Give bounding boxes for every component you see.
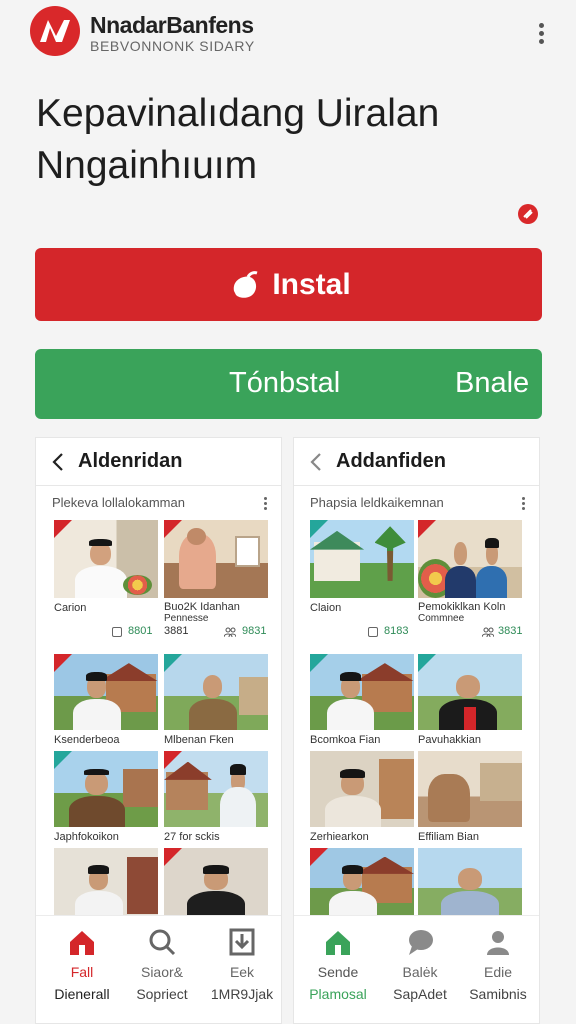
list-item-title: Ksenderbeoa — [54, 734, 120, 746]
list-item-subtitle: Commnee — [418, 613, 465, 624]
list-item-stat: 3881 — [164, 625, 189, 637]
nav-item-label: Fall — [70, 964, 94, 980]
list-item-title: Bcomkoa Fian — [310, 734, 381, 746]
preview-panel-left: Aldenridan Plekeva lollalokamman Carion … — [35, 437, 282, 1024]
panel-header: Aldenridan — [36, 438, 281, 486]
list-item-title: 27 for sckis — [164, 831, 220, 843]
nav-item-chat[interactable]: Balėk SapAdet — [380, 926, 460, 1018]
download-icon — [229, 928, 255, 956]
list-item-thumbnail[interactable] — [54, 520, 158, 598]
verified-badge-icon — [518, 204, 538, 224]
calendar-icon — [112, 627, 122, 637]
people-icon — [224, 627, 236, 637]
list-item-title: Buo2K Idanhan — [164, 601, 240, 613]
list-item-stat: 8801 — [128, 625, 153, 637]
list-item-title: Carion — [54, 602, 87, 614]
nav-item-home[interactable]: Sende Plamosal — [298, 926, 378, 1018]
install-button-label: Instal — [272, 267, 351, 301]
list-item-stat: 8183 — [384, 625, 409, 637]
home-icon — [70, 931, 94, 955]
search-icon — [149, 929, 176, 956]
preview-panel-right: Addanfiden Phapsia leldkaikemnan Claion … — [293, 437, 540, 1024]
nav-item-label: Edie — [483, 964, 513, 980]
home-icon — [326, 931, 350, 955]
page-title-line-1: Kepavinalıdang Uiralan — [36, 92, 440, 135]
back-arrow-icon[interactable] — [48, 450, 70, 474]
nav-item-sublabel: 1MR9Jjak — [210, 986, 274, 1002]
list-item-stat: 3831 — [498, 625, 523, 637]
list-item-thumbnail[interactable] — [54, 654, 158, 730]
list-item-thumbnail[interactable] — [418, 520, 522, 598]
bottom-navigation: Fall Dienerall Siaor& Sopriect Eek 1MR9J… — [36, 915, 281, 1023]
nav-item-download[interactable]: Eek 1MR9Jjak — [202, 926, 281, 1018]
secondary-action-right-label: Bnale — [455, 367, 530, 399]
list-item-thumbnail[interactable] — [54, 751, 158, 827]
app-subtitle: BEBVONNONK SIDARY — [90, 38, 255, 54]
list-item-thumbnail[interactable] — [164, 654, 268, 730]
list-item-title: Claion — [310, 602, 342, 614]
chat-icon — [409, 930, 433, 955]
list-item-thumbnail[interactable] — [164, 848, 268, 920]
leaf-icon — [234, 270, 258, 298]
back-arrow-icon[interactable] — [306, 450, 328, 474]
list-item-subtitle: Pennesse — [164, 613, 209, 624]
list-item-thumbnail[interactable] — [54, 848, 158, 920]
panel-title: Aldenridan — [78, 450, 183, 472]
nav-item-sublabel: Dienerall — [54, 986, 110, 1002]
secondary-action-button[interactable]: Tónbstal Bnale — [35, 349, 542, 419]
nav-item-home[interactable]: Fall Dienerall — [42, 926, 122, 1018]
list-item-thumbnail[interactable] — [310, 751, 414, 827]
panel-title: Addanfiden — [336, 450, 446, 472]
nav-item-label: Eek — [229, 964, 255, 980]
list-item-title: Effiliam Bian — [418, 831, 479, 843]
list-item-title: Mlbenan Fken — [164, 734, 234, 746]
nav-item-sublabel: SapAdet — [393, 986, 447, 1002]
app-name: NnadarBanfens — [90, 12, 254, 38]
brand-logo-icon — [30, 6, 80, 56]
panel-header: Addanfiden — [294, 438, 539, 486]
list-item-thumbnail[interactable] — [164, 751, 268, 827]
page-title: Kepavinalıdang Uiralan Nngainhıuım — [36, 88, 556, 192]
list-item-thumbnail[interactable] — [418, 654, 522, 730]
nav-item-profile[interactable]: Edie Samibnis — [458, 926, 538, 1018]
panel-more-icon[interactable] — [520, 496, 526, 510]
calendar-icon — [368, 627, 378, 637]
panel-more-icon[interactable] — [262, 496, 268, 510]
nav-item-sublabel: Plamosal — [309, 986, 367, 1002]
nav-item-sublabel: Samibnis — [469, 986, 527, 1002]
bottom-navigation: Sende Plamosal Balėk SapAdet Edie Samibn… — [294, 915, 539, 1023]
list-item-title: Pavuhakkian — [418, 734, 481, 746]
nav-item-label: Sende — [317, 964, 359, 980]
nav-item-label: Balėk — [402, 964, 438, 980]
list-item-title: Zerhiearkon — [310, 831, 369, 843]
people-icon — [482, 627, 494, 637]
panel-subtitle: Plekeva lollalokamman — [52, 495, 185, 510]
list-item-thumbnail[interactable] — [310, 654, 414, 730]
profile-icon — [487, 931, 509, 955]
page-title-line-2: Nngainhıuım — [36, 144, 258, 187]
list-item-title: Japhfokoikon — [54, 831, 119, 843]
list-item-thumbnail[interactable] — [310, 848, 414, 920]
app-bar: NnadarBanfens BEBVONNONK SIDARY — [0, 0, 576, 72]
list-item-title: Pemokiklkan Koln — [418, 601, 506, 613]
nav-item-sublabel: Sopriect — [136, 986, 188, 1002]
list-item-thumbnail[interactable] — [164, 520, 268, 598]
list-item-thumbnail[interactable] — [310, 520, 414, 598]
list-item-thumbnail[interactable] — [418, 848, 522, 920]
list-item-thumbnail[interactable] — [418, 751, 522, 827]
nav-item-label: Siaor& — [140, 964, 184, 980]
install-button[interactable]: Instal — [35, 248, 542, 321]
secondary-action-label: Tónbstal — [229, 367, 341, 399]
overflow-menu-icon[interactable] — [530, 20, 552, 50]
nav-item-search[interactable]: Siaor& Sopriect — [122, 926, 202, 1018]
panel-subtitle: Phapsia leldkaikemnan — [310, 495, 444, 510]
list-item-stat: 9831 — [242, 625, 267, 637]
